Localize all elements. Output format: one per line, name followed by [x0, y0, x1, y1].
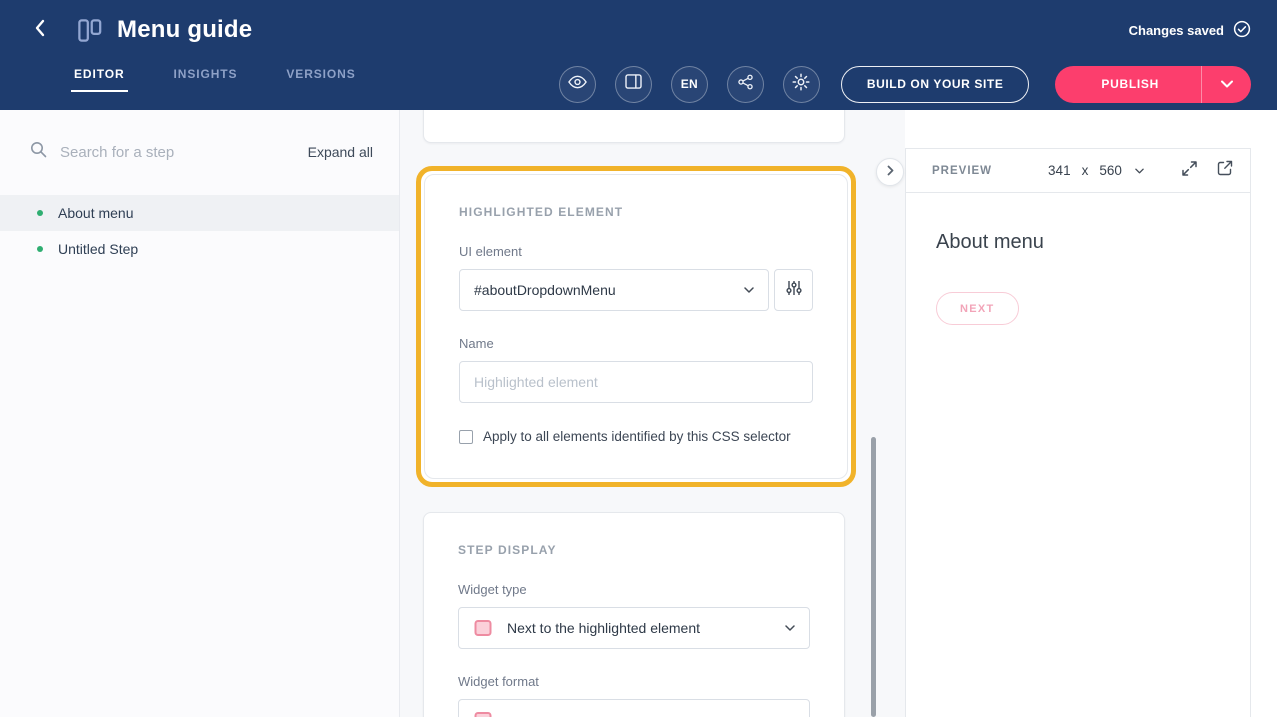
preview-step-heading: About menu — [936, 231, 1220, 254]
step-status-dot — [37, 246, 43, 252]
preview-header: PREVIEW 341 x 560 — [906, 149, 1250, 193]
highlighted-element-name-input[interactable] — [459, 361, 813, 403]
step-status-dot — [37, 210, 43, 216]
tab-versions[interactable]: VERSIONS — [286, 67, 355, 92]
steps-sidebar: Expand all About menu Untitled Step — [0, 110, 400, 717]
publish-button[interactable]: PUBLISH — [1055, 66, 1201, 103]
chevron-left-icon — [34, 19, 45, 42]
preview-body: About menu NEXT — [906, 193, 1250, 363]
external-link-icon — [1217, 160, 1233, 181]
expand-preview-button[interactable] — [1181, 160, 1198, 182]
language-button[interactable]: EN — [671, 66, 708, 103]
step-item-label: About menu — [58, 205, 134, 221]
expand-icon — [1181, 160, 1198, 182]
step-item-label: Untitled Step — [58, 241, 138, 257]
widget-format-select[interactable] — [458, 699, 810, 717]
top-bar: Menu guide Changes saved EDITOR INSIGHTS… — [0, 0, 1277, 110]
widget-type-label: Widget type — [458, 582, 810, 597]
ui-element-label: UI element — [459, 244, 813, 259]
top-bar-actions: EN BUILD ON YOUR SITE PUBLISH — [540, 66, 1251, 103]
preview-next-button[interactable]: NEXT — [936, 292, 1019, 325]
section-title-step-display: STEP DISPLAY — [458, 543, 810, 557]
step-item-untitled-step[interactable]: Untitled Step — [0, 231, 399, 267]
editor-tabs: EDITOR INSIGHTS VERSIONS — [74, 67, 356, 92]
preview-height-value: 560 — [1099, 163, 1122, 178]
top-bar-nav-row: EDITOR INSIGHTS VERSIONS EN — [0, 58, 1277, 110]
name-label: Name — [459, 336, 813, 351]
preview-width-value: 341 — [1048, 163, 1071, 178]
step-item-about-menu[interactable]: About menu — [0, 195, 399, 231]
widget-type-value: Next to the highlighted element — [507, 620, 700, 636]
chevron-right-icon — [887, 163, 894, 181]
step-list: About menu Untitled Step — [0, 195, 399, 267]
apply-to-all-checkbox[interactable] — [459, 430, 473, 444]
preview-panel: PREVIEW 341 x 560 — [905, 148, 1251, 717]
preview-actions — [1181, 160, 1233, 182]
share-button[interactable] — [727, 66, 764, 103]
ui-element-row: #aboutDropdownMenu — [459, 269, 813, 311]
canvas-scrollbar[interactable] — [871, 437, 876, 717]
widget-format-label: Widget format — [458, 674, 810, 689]
search-step-input[interactable] — [60, 144, 230, 161]
back-button[interactable] — [26, 17, 52, 43]
top-bar-title-row: Menu guide Changes saved — [0, 0, 1277, 60]
publish-dropdown-button[interactable] — [1201, 66, 1251, 103]
layout-icon — [625, 74, 642, 94]
previous-card-partial — [423, 110, 845, 143]
apply-to-all-label: Apply to all elements identified by this… — [483, 429, 791, 444]
open-in-new-window-button[interactable] — [1217, 160, 1233, 181]
share-icon — [738, 74, 753, 95]
step-search-row: Expand all — [0, 110, 399, 183]
expand-all-link[interactable]: Expand all — [308, 144, 373, 160]
layout-button[interactable] — [615, 66, 652, 103]
tab-insights[interactable]: INSIGHTS — [174, 67, 238, 92]
apply-to-all-row: Apply to all elements identified by this… — [459, 429, 813, 444]
tab-editor[interactable]: EDITOR — [74, 67, 125, 92]
chevron-down-icon — [744, 287, 754, 293]
language-label: EN — [681, 77, 698, 91]
preview-size-select[interactable]: 341 x 560 — [1048, 163, 1144, 178]
build-on-your-site-button[interactable]: BUILD ON YOUR SITE — [841, 66, 1030, 103]
eye-icon — [568, 75, 587, 94]
search-icon — [30, 141, 47, 163]
ui-element-value: #aboutDropdownMenu — [474, 282, 616, 298]
changes-saved-status: Changes saved — [1129, 20, 1251, 41]
widget-shape-icon — [473, 619, 494, 637]
highlighted-element-card-selection: HIGHLIGHTED ELEMENT UI element #aboutDro… — [416, 166, 856, 487]
step-settings-canvas: HIGHLIGHTED ELEMENT UI element #aboutDro… — [400, 110, 905, 717]
collapse-preview-button[interactable] — [876, 158, 904, 186]
highlighted-element-card: HIGHLIGHTED ELEMENT UI element #aboutDro… — [424, 174, 848, 479]
ui-element-select[interactable]: #aboutDropdownMenu — [459, 269, 769, 311]
chevron-down-icon — [1135, 168, 1144, 174]
preview-region: PREVIEW 341 x 560 — [905, 110, 1277, 717]
chevron-down-icon — [1221, 75, 1233, 93]
preview-eye-button[interactable] — [559, 66, 596, 103]
changes-saved-label: Changes saved — [1129, 23, 1224, 38]
widget-shape-icon — [473, 711, 494, 717]
sliders-icon — [786, 280, 802, 301]
app-window: Menu guide Changes saved EDITOR INSIGHTS… — [0, 0, 1277, 717]
widget-type-select[interactable]: Next to the highlighted element — [458, 607, 810, 649]
settings-button[interactable] — [783, 66, 820, 103]
step-display-card: STEP DISPLAY Widget type Next to the hig… — [423, 512, 845, 717]
page-title: Menu guide — [117, 16, 252, 44]
check-circle-icon — [1233, 20, 1251, 41]
preview-size-separator: x — [1082, 163, 1089, 178]
preview-title: PREVIEW — [932, 165, 992, 177]
section-title-highlighted-element: HIGHLIGHTED ELEMENT — [459, 205, 813, 219]
selector-settings-button[interactable] — [774, 269, 813, 311]
publish-split-button: PUBLISH — [1055, 66, 1251, 103]
chevron-down-icon — [785, 625, 795, 631]
gear-icon — [792, 73, 810, 96]
guide-logo-icon — [76, 17, 103, 44]
